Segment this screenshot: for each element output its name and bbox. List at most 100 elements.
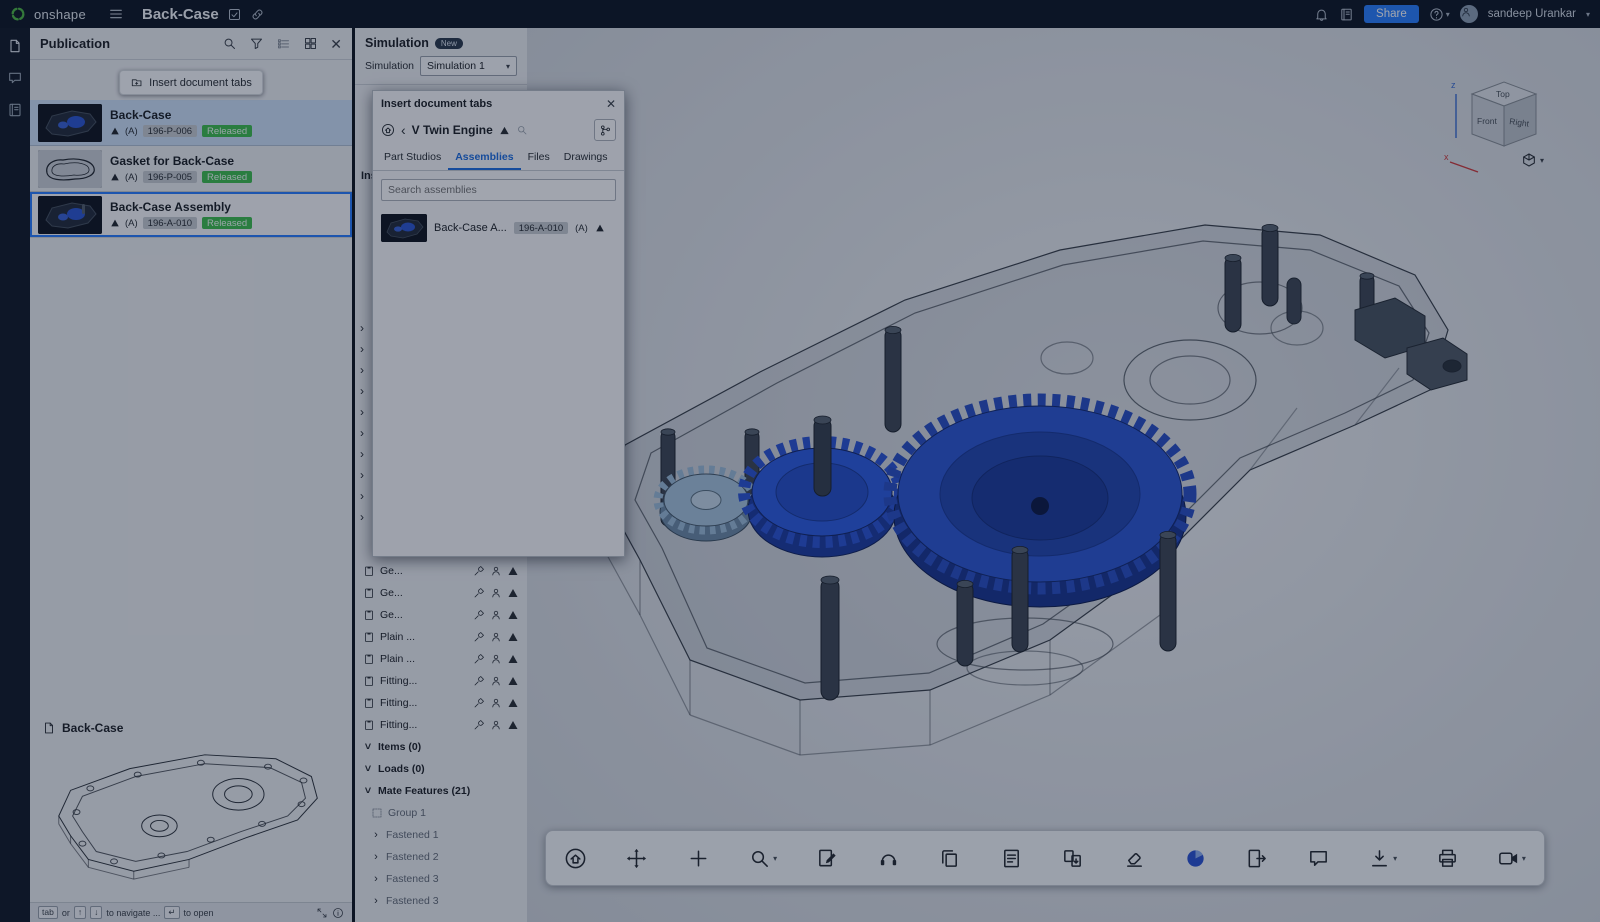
assembly-search-box[interactable] <box>381 179 616 201</box>
collapsed-row-chevron-icon[interactable]: › <box>360 511 364 524</box>
pan-button[interactable] <box>687 847 710 870</box>
notebook-panel-icon[interactable] <box>7 102 23 118</box>
sim-mate-row[interactable]: ›Fastened 3 <box>355 890 527 912</box>
chevron-down-icon[interactable]: ˅ <box>363 763 373 775</box>
chevron-down-icon[interactable]: ˅ <box>363 785 373 797</box>
grid-view-icon[interactable] <box>303 36 318 51</box>
collapsed-row-chevron-icon[interactable]: › <box>360 322 364 335</box>
notifications-icon[interactable] <box>1314 7 1329 22</box>
sim-part-row[interactable]: Plain ... <box>355 626 527 648</box>
user-menu-caret-icon[interactable]: ▾ <box>1586 10 1590 19</box>
collapsed-row-chevron-icon[interactable]: › <box>360 427 364 440</box>
sim-section-row[interactable]: ˅Loads (0) <box>355 758 527 780</box>
connector-icon[interactable] <box>490 565 502 577</box>
sim-part-row[interactable]: Ge... <box>355 582 527 604</box>
back-chevron-icon[interactable]: ‹ <box>401 123 406 137</box>
analytics-button[interactable] <box>1184 847 1207 870</box>
connector-icon[interactable] <box>490 631 502 643</box>
expand-panel-icon[interactable] <box>316 907 328 919</box>
dialog-tab-files[interactable]: Files <box>521 146 557 170</box>
connector-icon[interactable] <box>490 675 502 687</box>
comments-panel-icon[interactable] <box>7 70 23 86</box>
edit-document-button[interactable] <box>816 847 839 870</box>
assembly-search-input[interactable] <box>388 184 609 196</box>
dialog-tab-drawings[interactable]: Drawings <box>557 146 615 170</box>
caret-down-icon[interactable]: ▾ <box>773 854 777 863</box>
comment-button[interactable] <box>1307 847 1330 870</box>
sim-mate-row[interactable]: ›Fastened 2 <box>355 846 527 868</box>
appearance-button[interactable] <box>877 847 900 870</box>
collapsed-row-chevron-icon[interactable]: › <box>360 385 364 398</box>
material-icon[interactable] <box>473 565 485 577</box>
sim-mate-row[interactable]: ›Fastened 1 <box>355 824 527 846</box>
close-panel-icon[interactable]: ✕ <box>330 37 342 51</box>
fit-view-button[interactable] <box>564 847 587 870</box>
material-icon[interactable] <box>473 719 485 731</box>
collapsed-row-chevron-icon[interactable]: › <box>360 469 364 482</box>
viewport[interactable]: z x Top Front Right ▾ <box>527 28 1600 922</box>
release-management-icon[interactable] <box>1339 7 1354 22</box>
material-icon[interactable] <box>473 653 485 665</box>
publication-item-back-case[interactable]: Back-Case (A) 196-P-006 Released <box>30 100 352 146</box>
info-icon[interactable] <box>332 907 344 919</box>
search-icon[interactable] <box>222 36 237 51</box>
chevron-down-icon[interactable]: ˅ <box>363 741 373 753</box>
record-button[interactable]: ▾ <box>1497 847 1526 870</box>
export-button[interactable] <box>1245 847 1268 870</box>
sim-part-row[interactable]: Fitting... <box>355 714 527 736</box>
sim-group-row[interactable]: Group 1 <box>355 802 527 824</box>
versions-icon[interactable] <box>227 7 242 22</box>
copy-button[interactable] <box>938 847 961 870</box>
chevron-right-icon[interactable]: › <box>371 851 381 863</box>
connector-icon[interactable] <box>490 587 502 599</box>
connector-icon[interactable] <box>490 653 502 665</box>
material-icon[interactable] <box>473 675 485 687</box>
share-link-icon[interactable] <box>250 7 265 22</box>
collapsed-row-chevron-icon[interactable]: › <box>360 490 364 503</box>
erase-button[interactable] <box>1123 847 1146 870</box>
sim-part-row[interactable]: Plain ... <box>355 648 527 670</box>
filter-icon[interactable] <box>249 36 264 51</box>
sim-part-row[interactable]: Fitting... <box>355 692 527 714</box>
caret-down-icon[interactable]: ▾ <box>1522 854 1526 863</box>
zoom-button[interactable]: ▾ <box>748 847 777 870</box>
sim-part-row[interactable]: Ge... <box>355 604 527 626</box>
dialog-tab-assemblies[interactable]: Assemblies <box>448 146 520 170</box>
material-icon[interactable] <box>473 697 485 709</box>
home-icon[interactable] <box>381 123 395 137</box>
version-graph-button[interactable] <box>594 119 616 141</box>
collapsed-row-chevron-icon[interactable]: › <box>360 364 364 377</box>
help-menu[interactable]: ▾ <box>1429 7 1450 22</box>
sim-part-row[interactable]: Ge... <box>355 560 527 582</box>
list-view-icon[interactable] <box>276 36 291 51</box>
simulation-dropdown[interactable]: Simulation 1 ▾ <box>420 56 517 76</box>
dialog-tab-part-studios[interactable]: Part Studios <box>377 146 448 170</box>
material-icon[interactable] <box>473 609 485 621</box>
sim-mate-row[interactable]: ›Fastened 3 <box>355 868 527 890</box>
publication-item-gasket[interactable]: Gasket for Back-Case (A) 196-P-005 Relea… <box>30 146 352 192</box>
insert-document-tabs-button[interactable]: Insert document tabs <box>119 70 263 95</box>
view-options-button[interactable]: ▾ <box>1521 152 1544 168</box>
collapsed-row-chevron-icon[interactable]: › <box>360 406 364 419</box>
connector-icon[interactable] <box>490 719 502 731</box>
material-icon[interactable] <box>473 631 485 643</box>
collapsed-row-chevron-icon[interactable]: › <box>360 448 364 461</box>
cad-model[interactable] <box>527 28 1600 922</box>
print-button[interactable] <box>1436 847 1459 870</box>
chevron-right-icon[interactable]: › <box>371 895 381 907</box>
material-icon[interactable] <box>473 587 485 599</box>
publication-item-back-case-assembly[interactable]: Back-Case Assembly (A) 196-A-010 Release… <box>30 192 352 238</box>
download-button[interactable]: ▾ <box>1368 847 1397 870</box>
search-icon[interactable] <box>516 124 528 136</box>
collapsed-row-chevron-icon[interactable]: › <box>360 343 364 356</box>
paste-button[interactable] <box>1061 847 1084 870</box>
chevron-right-icon[interactable]: › <box>371 873 381 885</box>
document-notes-button[interactable] <box>1000 847 1023 870</box>
sim-section-row[interactable]: ˅Mate Features (21) <box>355 780 527 802</box>
share-button[interactable]: Share <box>1364 5 1419 23</box>
sim-part-row[interactable]: Fitting... <box>355 670 527 692</box>
main-menu-icon[interactable] <box>108 6 124 22</box>
sim-section-row[interactable]: ˅Items (0) <box>355 736 527 758</box>
chevron-right-icon[interactable]: › <box>371 829 381 841</box>
publication-panel-icon[interactable] <box>7 38 23 54</box>
